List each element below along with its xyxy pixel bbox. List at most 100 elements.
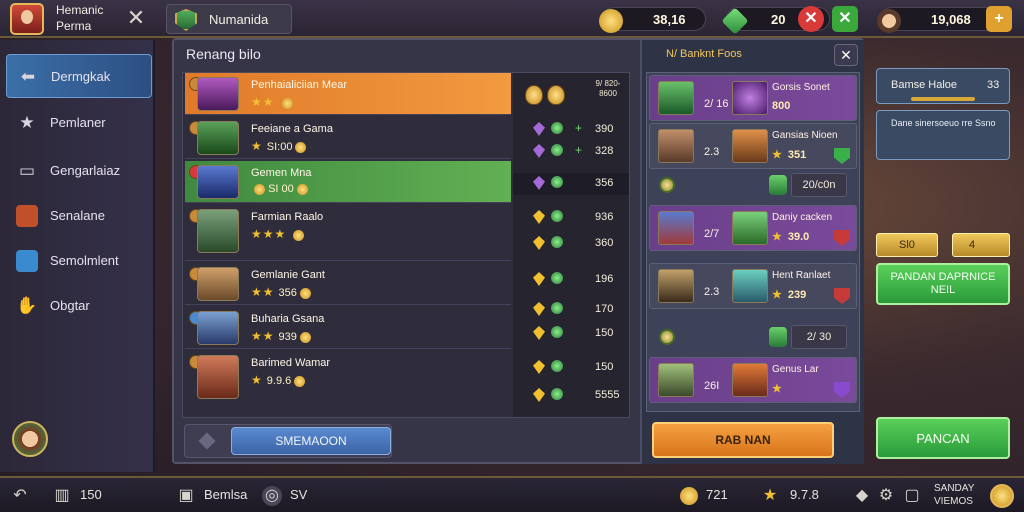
sidebar-item-dermgkak[interactable]: ⬅ Dermgkak [6, 54, 152, 98]
close-icon[interactable]: ✕ [834, 44, 858, 66]
sidebar-item-label: Dermgkak [51, 69, 111, 84]
score-value: 360 [595, 237, 614, 249]
right-label: SANDAY VIEMOS [934, 483, 975, 507]
score-row: 5555 [513, 385, 629, 407]
row-name: Farmian Raalo [251, 211, 324, 223]
sidebar-item-label: Pemlaner [50, 115, 106, 130]
tab-main[interactable]: Numanida [166, 4, 292, 34]
player-avatar-icon [877, 9, 901, 33]
hero-portrait [658, 211, 694, 245]
coin-icon [659, 177, 675, 193]
gold-tab-left[interactable]: Sl0 [876, 233, 938, 257]
add-icon[interactable]: ✕ [832, 6, 858, 32]
coin-icon [551, 236, 563, 248]
settings-icon[interactable]: ◎ [262, 486, 282, 506]
reward-card[interactable]: 2.3 Hent Ranlaet ★ 239 [649, 263, 857, 309]
star-count: 9.7.8 [790, 487, 819, 502]
sidebar-item-senalane[interactable]: Senalane [6, 194, 152, 238]
back-arrow-icon: ⬅ [20, 67, 36, 86]
row-name: Barimed Wamar [251, 357, 331, 369]
row-stats: ★ 9.9.6 [251, 373, 306, 387]
row-name: Penhaialiciian Mear [251, 79, 347, 91]
reward-card[interactable]: 26I Genus Lar ★ [649, 357, 857, 403]
rewards-list: 2/ 16 Gorsis Sonet 800 2.3 Gansias Nioen… [646, 72, 860, 412]
top-bar: Hemanic Perma ✕ Numanida 38,16 20 ✕ ✕ 19… [0, 0, 1024, 38]
coin-icon [551, 272, 563, 284]
summon-button[interactable]: SMEMAOON [231, 427, 391, 455]
gold-resource: 38,16 [599, 7, 706, 33]
close-icon[interactable]: ✕ [124, 5, 148, 31]
yellow-gem-icon [533, 272, 545, 286]
score-row: + 328 [513, 141, 629, 163]
bottom-bar: ↶ ▥ 150 ▣ Bemlsa ◎ SV 721 ★ 9.7.8 ◆ ⚙ ▢ … [0, 476, 1024, 512]
yellow-gem-icon [533, 236, 545, 250]
yellow-gem-icon [533, 388, 545, 402]
hero-portrait [197, 267, 239, 301]
coin-icon [551, 144, 563, 156]
player-avatar[interactable] [12, 421, 48, 457]
hero-portrait [197, 355, 239, 399]
table-row[interactable]: Penhaialiciian Mear ★★ [185, 73, 511, 115]
chart-icon[interactable]: ▥ [52, 486, 72, 506]
table-row[interactable]: Buharia Gsana ★★ 939 [185, 307, 511, 349]
gold-tab-right[interactable]: 4 [952, 233, 1010, 257]
back-icon[interactable]: ↶ [10, 486, 30, 506]
shield-icon [834, 230, 850, 246]
main-panel: Renang bilo Penhaialiciian Mear ★★ Feeia… [172, 38, 864, 464]
window-icon[interactable]: ▢ [902, 486, 922, 506]
rewards-title: N/ Banknt Foos [666, 48, 742, 60]
hero-portrait [197, 209, 239, 253]
diamond-icon[interactable]: ◆ [852, 486, 872, 506]
shield-icon [175, 9, 197, 31]
profile-avatar-icon[interactable] [10, 3, 44, 35]
score-header-label: 9/ 820-8600 [595, 79, 621, 98]
table-row[interactable]: Feeiane a Gama ★ SI:00 [185, 117, 511, 159]
gold-badge-icon[interactable] [990, 484, 1014, 508]
stat-slider[interactable] [911, 97, 975, 101]
reward-count: 2/ 16 [704, 98, 729, 110]
remove-icon[interactable]: ✕ [798, 6, 824, 32]
reward-card[interactable]: 2.3 Gansias Nioen ★ 351 [649, 123, 857, 169]
sidebar-item-semolmlent[interactable]: Semolmlent [6, 239, 152, 283]
action-button[interactable]: RAB NAN [652, 422, 834, 458]
reward-value: ★ [772, 383, 782, 395]
hero-portrait [732, 269, 768, 303]
yellow-gem-icon [533, 360, 545, 374]
profile-icon[interactable]: ▣ [176, 486, 196, 506]
stat-label: Bamse Haloe [891, 79, 958, 91]
sidebar-item-gengarlaiaz[interactable]: ▭ Gengarlaiaz [6, 149, 152, 193]
coin-count: 721 [706, 487, 728, 502]
gold-coin-icon [599, 9, 623, 33]
row-name: Feeiane a Gama [251, 123, 333, 135]
purple-gem-icon [533, 122, 545, 136]
gold-badge-icon [525, 85, 543, 105]
info-panel: Dane sinersoeuo rre Ssno [876, 110, 1010, 160]
table-row[interactable]: Farmian Raalo ★★★ [185, 205, 511, 261]
sidebar-item-obgtar[interactable]: ✋ Obgtar [6, 284, 152, 328]
score-column: 9/ 820-8600 + 390 + 328 356 936 360 196 … [513, 73, 629, 417]
confirm-button[interactable]: PANDAN DAPRNICE NEIL [876, 263, 1010, 305]
yellow-gem-icon [533, 326, 545, 340]
coin-icon [551, 388, 563, 400]
hero-portrait [732, 129, 768, 163]
reward-card[interactable]: 2/ 16 Gorsis Sonet 800 [649, 75, 857, 121]
table-row[interactable]: Barimed Wamar ★ 9.9.6 [185, 351, 511, 415]
table-row[interactable]: Gemlanie Gant ★★ 356 [185, 263, 511, 305]
purple-gem-icon [533, 176, 545, 190]
reward-card[interactable]: 2/7 Daniy cacken ★ 39.0 [649, 205, 857, 251]
star-icon: ★ [762, 487, 778, 504]
sidebar-item-label: Gengarlaiaz [50, 163, 121, 178]
gem-icon [721, 7, 749, 35]
table-row[interactable]: Gemen Mna SI 00 [185, 161, 511, 203]
rewards-panel: N/ Banknt Foos ✕ 2/ 16 Gorsis Sonet 800 … [640, 40, 864, 464]
purple-gem-icon [533, 144, 545, 158]
pancan-button[interactable]: PANCAN [876, 417, 1010, 459]
sidebar-item-pemlaner[interactable]: ★ Pemlaner [6, 101, 152, 145]
row-stars: ★★ [251, 95, 293, 109]
gear-icon[interactable]: ⚙ [876, 486, 896, 506]
plus-icon[interactable]: + [986, 6, 1012, 32]
profile-label[interactable]: Bemlsa [204, 487, 247, 502]
score-value: 5555 [595, 389, 620, 401]
score-row: 150 [513, 357, 629, 379]
score-value: 150 [595, 327, 614, 339]
